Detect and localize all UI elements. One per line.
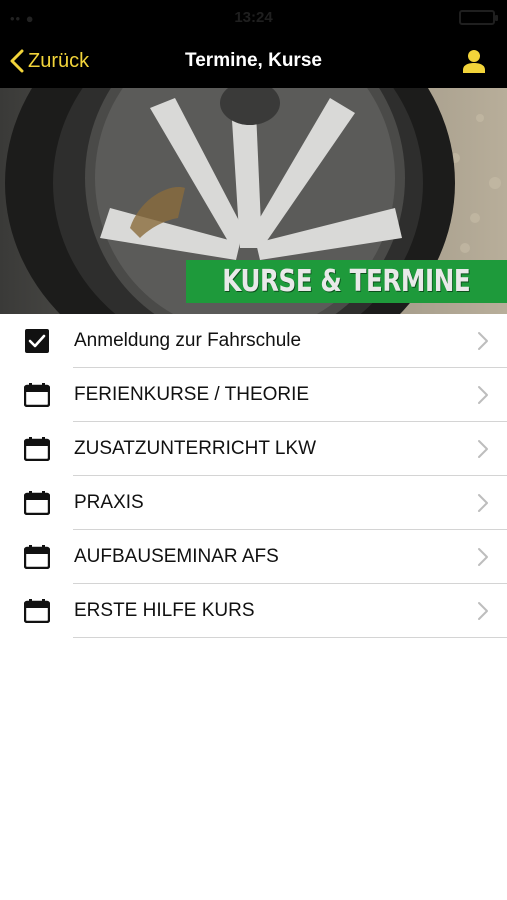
hero-image: KURSE & TERMINE (0, 88, 507, 314)
hero-banner-text: KURSE & TERMINE (222, 264, 471, 299)
menu-item-label: Anmeldung zur Fahrschule (74, 330, 302, 351)
menu-item-aufbauseminar[interactable]: AUFBAUSEMINAR AFS (0, 530, 507, 584)
profile-icon[interactable] (461, 48, 487, 74)
divider (73, 637, 507, 638)
menu-item-zusatzunterricht[interactable]: ZUSATZUNTERRICHT LKW (0, 422, 507, 476)
calendar-icon (24, 491, 50, 515)
calendar-icon (24, 437, 50, 461)
back-button[interactable]: Zurück (10, 34, 89, 88)
chevron-right-icon (478, 332, 488, 350)
menu-item-erste-hilfe[interactable]: ERSTE HILFE KURS (0, 584, 507, 638)
menu-item-label: FERIENKURSE / THEORIE (74, 384, 310, 405)
menu-item-praxis[interactable]: PRAXIS (0, 476, 507, 530)
calendar-icon (24, 599, 50, 623)
chevron-right-icon (478, 386, 488, 404)
chevron-right-icon (478, 548, 488, 566)
menu-list: Anmeldung zur Fahrschule FERIENKURSE / T… (0, 314, 507, 638)
checkbox-icon (25, 329, 49, 353)
chevron-right-icon (478, 440, 488, 458)
battery-icon (459, 10, 498, 25)
status-bar: •• ● 13:24 (0, 0, 507, 34)
chevron-right-icon (478, 602, 488, 620)
status-time: 13:24 (234, 9, 273, 26)
hero-banner: KURSE & TERMINE (186, 260, 507, 303)
menu-item-label: AUFBAUSEMINAR AFS (74, 546, 279, 567)
back-label: Zurück (28, 49, 90, 72)
menu-item-ferienkurse[interactable]: FERIENKURSE / THEORIE (0, 368, 507, 422)
calendar-icon (24, 383, 50, 407)
menu-item-anmeldung[interactable]: Anmeldung zur Fahrschule (0, 314, 507, 368)
navigation-bar: Zurück Termine, Kurse (0, 34, 507, 88)
chevron-left-icon (10, 49, 24, 73)
calendar-icon (24, 545, 50, 569)
menu-item-label: PRAXIS (74, 492, 144, 513)
menu-item-label: ZUSATZUNTERRICHT LKW (74, 438, 317, 459)
menu-item-label: ERSTE HILFE KURS (74, 600, 255, 621)
chevron-right-icon (478, 494, 488, 512)
